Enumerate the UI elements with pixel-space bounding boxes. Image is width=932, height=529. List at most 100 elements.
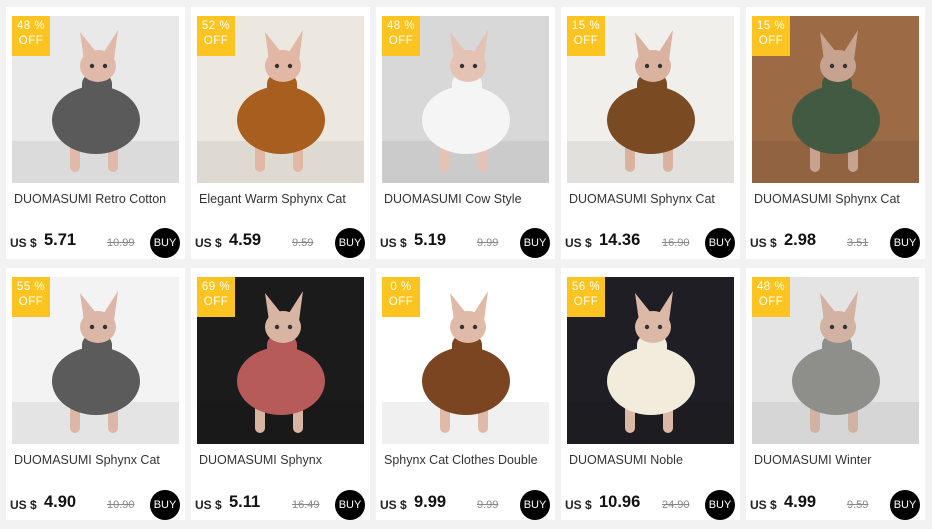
- buy-button[interactable]: BUY: [520, 228, 550, 258]
- currency-label: US $: [10, 236, 37, 250]
- price-row: US $ 4.90 10.90 BUY: [10, 485, 181, 520]
- sale-price: 4.90: [44, 493, 77, 511]
- product-title[interactable]: Sphynx Cat Clothes Double: [384, 453, 549, 467]
- product-title[interactable]: DUOMASUMI Sphynx Cat: [754, 192, 919, 206]
- discount-percent: 69 %: [201, 281, 231, 293]
- discount-percent: 48 %: [756, 281, 786, 293]
- original-price: 9.59: [292, 237, 314, 249]
- sale-price: 5.11: [229, 493, 261, 511]
- discount-badge: 48 % OFF: [382, 16, 420, 56]
- product-card[interactable]: 69 % OFF DUOMASUMI Sphynx US $ 5.11 16.4…: [191, 268, 370, 520]
- discount-off-label: OFF: [758, 35, 784, 47]
- sale-price: 14.36: [599, 231, 641, 249]
- currency-label: US $: [565, 498, 592, 512]
- product-title[interactable]: Elegant Warm Sphynx Cat: [199, 192, 364, 206]
- product-card[interactable]: 48 % OFF DUOMASUMI Cow Style US $ 5.19 9…: [376, 7, 555, 259]
- discount-badge: 15 % OFF: [752, 16, 790, 56]
- sale-price: 4.59: [229, 231, 262, 249]
- product-card[interactable]: 0 % OFF Sphynx Cat Clothes Double US $ 9…: [376, 268, 555, 520]
- original-price: 3.51: [847, 237, 869, 249]
- original-price: 9.59: [847, 499, 869, 511]
- discount-percent: 55 %: [16, 281, 46, 293]
- buy-button[interactable]: BUY: [520, 490, 550, 520]
- discount-badge: 56 % OFF: [567, 277, 605, 317]
- product-card[interactable]: 48 % OFF DUOMASUMI Retro Cotton US $ 5.7…: [6, 7, 185, 259]
- original-price: 10.90: [107, 499, 135, 511]
- product-card[interactable]: 48 % OFF DUOMASUMI Winter US $ 4.99 9.59…: [746, 268, 925, 520]
- price-row: US $ 5.19 9.99 BUY: [380, 223, 551, 258]
- buy-button[interactable]: BUY: [335, 490, 365, 520]
- sale-price: 10.96: [599, 493, 641, 511]
- buy-button[interactable]: BUY: [705, 490, 735, 520]
- currency-label: US $: [380, 498, 407, 512]
- currency-label: US $: [195, 236, 222, 250]
- discount-badge: 15 % OFF: [567, 16, 605, 56]
- original-price: 10.99: [107, 237, 135, 249]
- discount-percent: 56 %: [571, 281, 601, 293]
- product-title[interactable]: DUOMASUMI Cow Style: [384, 192, 549, 206]
- buy-button[interactable]: BUY: [150, 490, 180, 520]
- currency-label: US $: [750, 498, 777, 512]
- product-card[interactable]: 15 % OFF DUOMASUMI Sphynx Cat US $ 14.36…: [561, 7, 740, 259]
- original-price: 16.90: [662, 237, 690, 249]
- buy-button[interactable]: BUY: [705, 228, 735, 258]
- currency-label: US $: [10, 498, 37, 512]
- price-row: US $ 5.71 10.99 BUY: [10, 223, 181, 258]
- price-row: US $ 10.96 24.90 BUY: [565, 485, 736, 520]
- product-title[interactable]: DUOMASUMI Sphynx Cat: [569, 192, 734, 206]
- price-row: US $ 2.98 3.51 BUY: [750, 223, 921, 258]
- currency-label: US $: [565, 236, 592, 250]
- product-card[interactable]: 55 % OFF DUOMASUMI Sphynx Cat US $ 4.90 …: [6, 268, 185, 520]
- product-grid: 48 % OFF DUOMASUMI Retro Cotton US $ 5.7…: [6, 7, 926, 520]
- sale-price: 5.71: [44, 231, 77, 249]
- discount-badge: 0 % OFF: [382, 277, 420, 317]
- discount-off-label: OFF: [388, 296, 414, 308]
- discount-off-label: OFF: [758, 296, 784, 308]
- sale-price: 2.98: [784, 231, 817, 249]
- price-row: US $ 14.36 16.90 BUY: [565, 223, 736, 258]
- buy-button[interactable]: BUY: [150, 228, 180, 258]
- discount-off-label: OFF: [18, 296, 44, 308]
- sale-price: 4.99: [784, 493, 817, 511]
- discount-percent: 48 %: [386, 20, 416, 32]
- discount-percent: 52 %: [201, 20, 231, 32]
- product-card[interactable]: 52 % OFF Elegant Warm Sphynx Cat US $ 4.…: [191, 7, 370, 259]
- sale-price: 5.19: [414, 231, 447, 249]
- discount-badge: 48 % OFF: [12, 16, 50, 56]
- discount-off-label: OFF: [573, 296, 599, 308]
- price-row: US $ 9.99 9.99 BUY: [380, 485, 551, 520]
- sale-price: 9.99: [414, 493, 447, 511]
- product-title[interactable]: DUOMASUMI Sphynx Cat: [14, 453, 179, 467]
- product-title[interactable]: DUOMASUMI Sphynx: [199, 453, 364, 467]
- discount-percent: 15 %: [571, 20, 601, 32]
- price-row: US $ 4.99 9.59 BUY: [750, 485, 921, 520]
- price-row: US $ 4.59 9.59 BUY: [195, 223, 366, 258]
- original-price: 24.90: [662, 499, 690, 511]
- discount-off-label: OFF: [203, 296, 229, 308]
- product-title[interactable]: DUOMASUMI Retro Cotton: [14, 192, 179, 206]
- discount-badge: 52 % OFF: [197, 16, 235, 56]
- product-title[interactable]: DUOMASUMI Winter: [754, 453, 919, 467]
- product-title[interactable]: DUOMASUMI Noble: [569, 453, 734, 467]
- discount-percent: 48 %: [16, 20, 46, 32]
- discount-percent: 0 %: [390, 281, 412, 293]
- discount-badge: 69 % OFF: [197, 277, 235, 317]
- discount-badge: 55 % OFF: [12, 277, 50, 317]
- discount-off-label: OFF: [388, 35, 414, 47]
- discount-off-label: OFF: [203, 35, 229, 47]
- discount-off-label: OFF: [573, 35, 599, 47]
- price-row: US $ 5.11 16.49 BUY: [195, 485, 366, 520]
- buy-button[interactable]: BUY: [335, 228, 365, 258]
- currency-label: US $: [195, 498, 222, 512]
- buy-button[interactable]: BUY: [890, 228, 920, 258]
- buy-button[interactable]: BUY: [890, 490, 920, 520]
- discount-percent: 15 %: [756, 20, 786, 32]
- original-price: 9.99: [477, 499, 499, 511]
- product-card[interactable]: 56 % OFF DUOMASUMI Noble US $ 10.96 24.9…: [561, 268, 740, 520]
- product-card[interactable]: 15 % OFF DUOMASUMI Sphynx Cat US $ 2.98 …: [746, 7, 925, 259]
- original-price: 9.99: [477, 237, 499, 249]
- currency-label: US $: [380, 236, 407, 250]
- discount-off-label: OFF: [18, 35, 44, 47]
- discount-badge: 48 % OFF: [752, 277, 790, 317]
- currency-label: US $: [750, 236, 777, 250]
